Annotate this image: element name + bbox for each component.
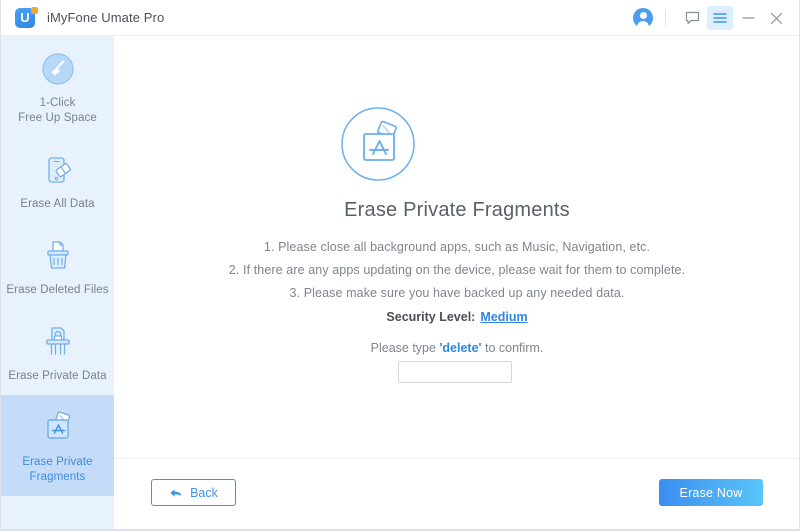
sidebar-item-label: Erase All Data	[20, 198, 95, 210]
phone-eraser-icon	[36, 148, 80, 192]
instruction-line-3: 3. Please make sure you have backed up a…	[289, 286, 625, 300]
sidebar-item-erase-deleted-files[interactable]: Erase Deleted Files	[1, 223, 114, 309]
confirm-input[interactable]	[398, 361, 512, 383]
security-level-link[interactable]: Medium	[480, 310, 527, 324]
confirm-suffix: to confirm.	[485, 341, 544, 355]
app-logo: U	[15, 6, 38, 29]
erase-now-label: Erase Now	[679, 485, 743, 500]
erase-now-button[interactable]: Erase Now	[659, 479, 763, 506]
page-title: Erase Private Fragments	[344, 199, 570, 221]
footer-bar: Back Erase Now	[114, 458, 799, 529]
instruction-line-1: 1. Please close all background apps, suc…	[263, 240, 651, 254]
sidebar-item-label: Erase Private Fragments	[22, 456, 93, 483]
sidebar-item-erase-all-data[interactable]: Erase All Data	[1, 137, 114, 223]
sidebar-item-erase-private-fragments[interactable]: Erase Private Fragments	[1, 395, 114, 496]
sidebar-item-free-up-space[interactable]: 1-Click Free Up Space	[1, 36, 114, 137]
app-title: iMyFone Umate Pro	[47, 10, 165, 25]
appstore-fragments-circle-icon	[340, 106, 416, 182]
account-avatar-icon[interactable]	[633, 8, 653, 30]
sidebar-item-label: Erase Deleted Files	[6, 284, 109, 296]
confirm-instruction: Please type 'delete' to confirm.	[114, 341, 799, 355]
sidebar-item-erase-private-data[interactable]: Erase Private Data	[1, 309, 114, 395]
hamburger-menu-icon[interactable]	[707, 6, 733, 30]
sidebar-item-label: 1-Click Free Up Space	[18, 97, 97, 124]
minimize-icon[interactable]	[735, 6, 761, 30]
shredder-lock-icon	[36, 320, 80, 364]
application-window: U iMyFone Umate Pro 1-Click Free Up Spac…	[0, 0, 800, 531]
security-level-label: Security Level:	[386, 310, 476, 324]
confirm-prefix: Please type	[370, 341, 436, 355]
logo-orange-accent-icon	[31, 6, 38, 14]
broom-circle-icon	[36, 47, 80, 91]
window-controls	[633, 0, 799, 36]
appstore-folder-icon	[36, 406, 80, 450]
shredder-trash-icon	[36, 234, 80, 278]
back-button[interactable]: Back	[151, 479, 236, 506]
security-level-row: Security Level: Medium	[114, 310, 799, 324]
feedback-icon[interactable]	[679, 6, 705, 30]
sidebar-item-label: Erase Private Data	[8, 370, 107, 382]
instruction-line-2: 2. If there are any apps updating on the…	[228, 263, 686, 277]
controls-divider	[665, 9, 666, 27]
title-bar: U iMyFone Umate Pro	[1, 0, 799, 36]
back-button-label: Back	[190, 485, 218, 500]
main-content: Erase Private Fragments 1. Please close …	[114, 36, 799, 458]
close-icon[interactable]	[763, 6, 789, 30]
back-arrow-icon	[169, 487, 183, 499]
sidebar: 1-Click Free Up Space Erase All Data Era…	[1, 36, 114, 529]
confirm-keyword: 'delete'	[439, 341, 482, 355]
